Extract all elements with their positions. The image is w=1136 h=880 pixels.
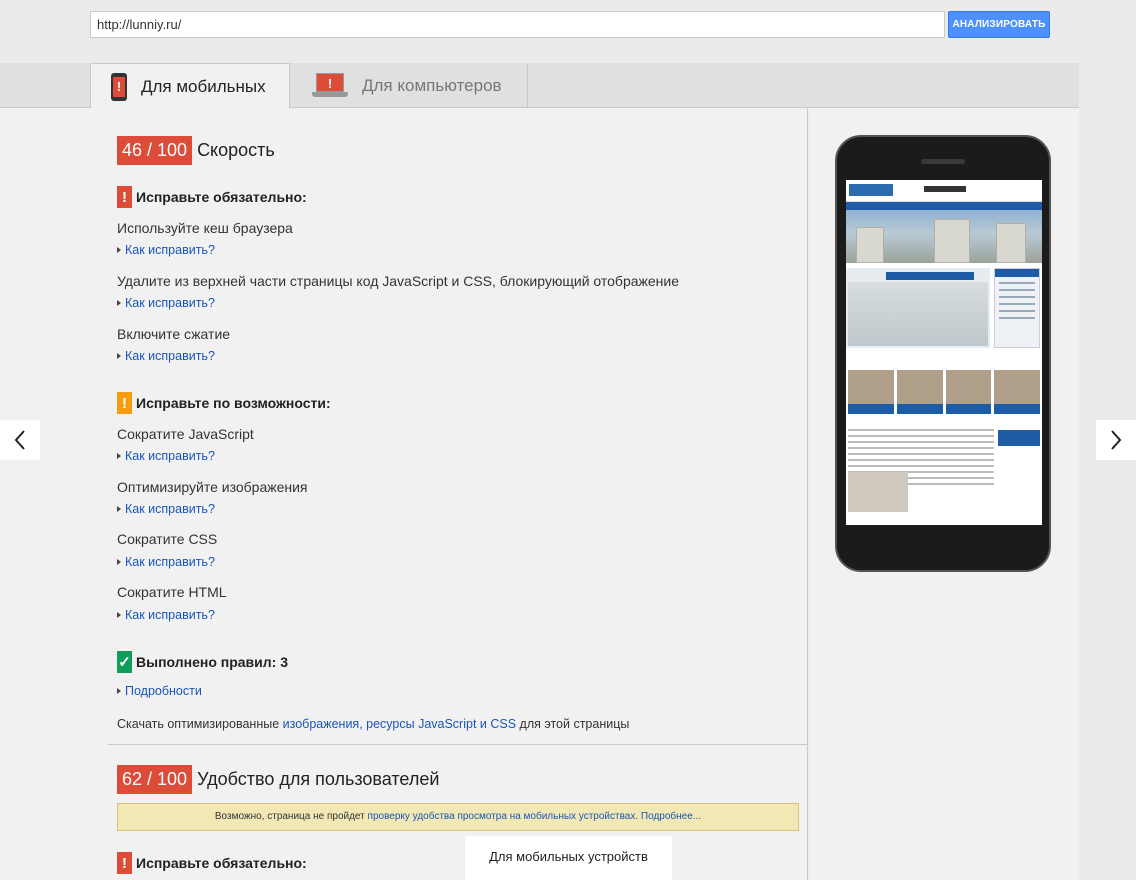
- desktop-monitor-warning-icon: !: [312, 72, 348, 99]
- chevron-left-icon: [14, 430, 25, 450]
- speed-must-fix-heading: ! Исправьте обязательно:: [117, 186, 307, 208]
- speed-score-row: 46 / 100 Скорость: [117, 136, 275, 165]
- phone-preview: [835, 135, 1051, 572]
- speed-passed-heading: ✓ Выполнено правил: 3: [117, 651, 288, 673]
- mobile-friendly-test-link[interactable]: проверку удобства просмотра на мобильных…: [368, 811, 636, 822]
- howfix-label: Как исправить?: [125, 449, 215, 463]
- url-input[interactable]: http://lunniy.ru/: [90, 11, 945, 38]
- triangle-right-icon: [117, 506, 121, 512]
- usability-score-badge: 62 / 100: [117, 765, 193, 794]
- tab-mobile-label: Для мобильных: [141, 76, 266, 96]
- usability-must-fix-title: Исправьте обязательно:: [136, 855, 307, 871]
- tooltip: Для мобильных устройств: [465, 836, 672, 880]
- exclamation-icon: !: [117, 392, 132, 414]
- speed-must-fix-title: Исправьте обязательно:: [136, 189, 307, 205]
- howfix-label: Как исправить?: [125, 349, 215, 363]
- howfix-link[interactable]: Как исправить?: [117, 296, 215, 310]
- triangle-right-icon: [117, 612, 121, 618]
- speed-passed-title: Выполнено правил: 3: [136, 654, 288, 670]
- site-screenshot: [846, 180, 1042, 525]
- device-tabs: ! Для мобильных ! Для компьютеров: [0, 63, 1079, 109]
- howfix-label: Как исправить?: [125, 555, 215, 569]
- tab-desktop-label: Для компьютеров: [362, 75, 502, 95]
- speed-score-badge: 46 / 100: [117, 136, 193, 165]
- howfix-label: Как исправить?: [125, 502, 215, 516]
- usability-title: Удобство для пользователей: [197, 769, 440, 789]
- details-label: Подробности: [125, 684, 202, 698]
- howfix-link[interactable]: Как исправить?: [117, 502, 215, 516]
- howfix-link[interactable]: Как исправить?: [117, 449, 215, 463]
- mobile-phone-warning-icon: !: [111, 72, 127, 101]
- usability-must-fix-heading: ! Исправьте обязательно:: [117, 852, 307, 874]
- triangle-right-icon: [117, 353, 121, 359]
- rule-browser-cache: Используйте кеш браузера: [117, 220, 293, 236]
- speed-title: Скорость: [197, 140, 275, 160]
- howfix-label: Как исправить?: [125, 608, 215, 622]
- triangle-right-icon: [117, 559, 121, 565]
- download-suffix: для этой страницы: [516, 717, 630, 731]
- rule-compression: Включите сжатие: [117, 326, 231, 342]
- download-prefix: Скачать оптимизированные: [117, 717, 283, 731]
- download-link[interactable]: изображения, ресурсы JavaScript и CSS: [283, 717, 516, 731]
- speed-consider-title: Исправьте по возможности:: [136, 395, 331, 411]
- section-divider: [108, 744, 808, 745]
- triangle-right-icon: [117, 300, 121, 306]
- chevron-right-icon: [1111, 430, 1122, 450]
- rule-minify-js: Сократите JavaScript: [117, 426, 254, 442]
- next-arrow[interactable]: [1096, 420, 1136, 460]
- rule-minify-css: Сократите CSS: [117, 531, 218, 547]
- howfix-link[interactable]: Как исправить?: [117, 608, 215, 622]
- mobile-friendly-warning: Возможно, страница не пройдет проверку у…: [117, 803, 799, 831]
- howfix-label: Как исправить?: [125, 243, 215, 257]
- triangle-right-icon: [117, 247, 121, 253]
- download-optimized: Скачать оптимизированные изображения, ре…: [117, 717, 629, 731]
- tab-desktop[interactable]: ! Для компьютеров: [290, 63, 528, 108]
- rule-optimize-images: Оптимизируйте изображения: [117, 479, 308, 495]
- rule-minify-html: Сократите HTML: [117, 584, 227, 600]
- warning-prefix: Возможно, страница не пройдет: [214, 811, 368, 822]
- rule-render-blocking: Удалите из верхней части страницы код Ja…: [117, 273, 680, 289]
- triangle-right-icon: [117, 688, 121, 694]
- howfix-label: Как исправить?: [125, 296, 215, 310]
- triangle-right-icon: [117, 453, 121, 459]
- tab-mobile[interactable]: ! Для мобильных: [90, 63, 290, 109]
- checkmark-icon: ✓: [117, 651, 132, 673]
- howfix-link[interactable]: Как исправить?: [117, 555, 215, 569]
- details-link[interactable]: Подробности: [117, 684, 202, 698]
- prev-arrow[interactable]: [0, 420, 40, 460]
- howfix-link[interactable]: Как исправить?: [117, 349, 215, 363]
- usability-score-row: 62 / 100 Удобство для пользователей: [117, 765, 439, 794]
- phone-speaker: [921, 159, 965, 164]
- exclamation-icon: !: [117, 852, 132, 874]
- warning-more-link[interactable]: . Подробнее...: [635, 811, 701, 822]
- speed-consider-heading: ! Исправьте по возможности:: [117, 392, 331, 414]
- exclamation-icon: !: [117, 186, 132, 208]
- analyze-button[interactable]: АНАЛИЗИРОВАТЬ: [948, 11, 1050, 38]
- howfix-link[interactable]: Как исправить?: [117, 243, 215, 257]
